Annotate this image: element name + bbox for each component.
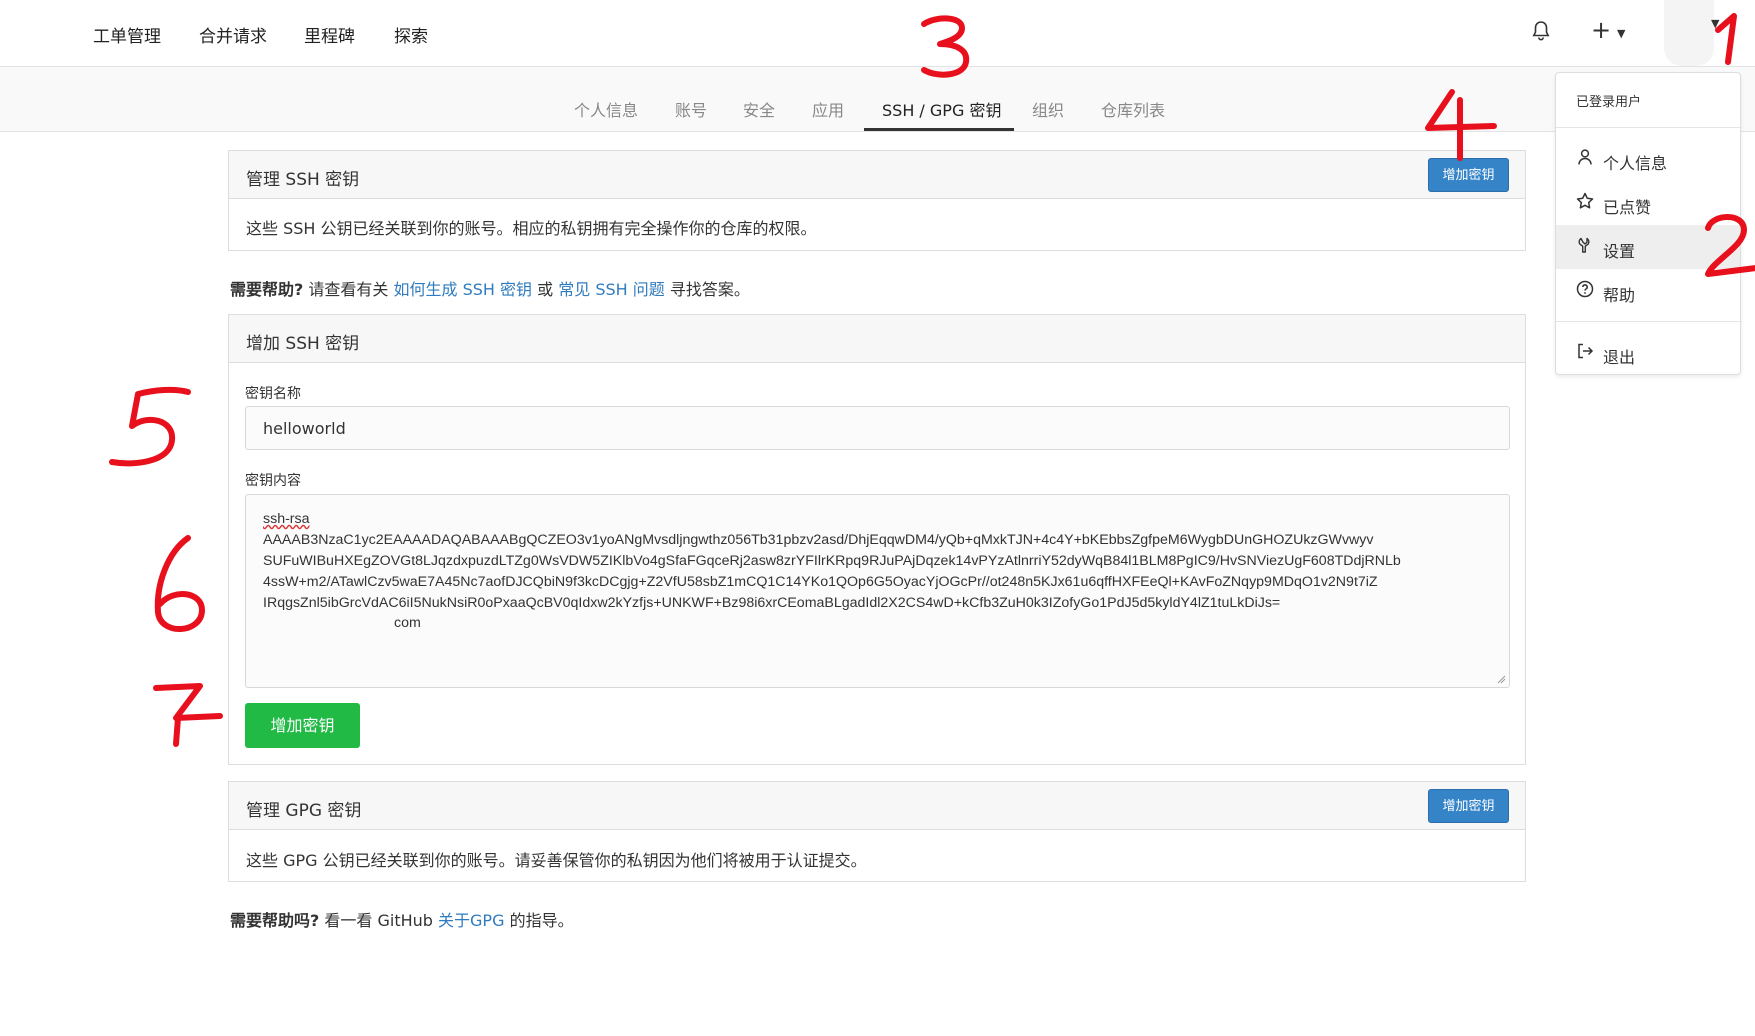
nav-explore[interactable]: 探索	[394, 22, 428, 47]
star-icon	[1576, 192, 1594, 209]
add-gpg-key-button[interactable]: 增加密钥	[1428, 789, 1509, 823]
tab-applications[interactable]: 应用	[812, 97, 844, 121]
user-dropdown-menu: 已登录用户 个人信息 已点赞 设置 帮助 退出	[1555, 72, 1742, 375]
tab-repositories[interactable]: 仓库列表	[1101, 97, 1165, 121]
active-tab-indicator	[864, 128, 1014, 131]
key-content-line-1: ssh-rsa	[263, 511, 310, 527]
gpg-keys-panel: 管理 GPG 密钥 增加密钥 这些 GPG 公钥已经关联到你的账号。请妥善保管你…	[228, 781, 1526, 882]
annotation-number-7	[153, 683, 223, 747]
gpg-keys-title: 管理 GPG 密钥	[246, 801, 362, 821]
key-content-textarea[interactable]: ssh-rsa AAAAB3NzaC1yc2EAAAADAQABAAABgQCZ…	[245, 494, 1510, 688]
menu-item-starred[interactable]: 已点赞	[1556, 181, 1740, 225]
menu-label-sign-out: 退出	[1603, 348, 1636, 367]
menu-item-settings[interactable]: 设置	[1556, 225, 1740, 269]
key-name-label: 密钥名称	[245, 386, 301, 402]
tab-profile[interactable]: 个人信息	[574, 97, 638, 121]
settings-tabs: 个人信息 账号 安全 应用 SSH / GPG 密钥 组织 仓库列表	[0, 67, 1755, 132]
menu-item-sign-out[interactable]: 退出	[1556, 331, 1740, 375]
menu-label-help: 帮助	[1603, 286, 1636, 305]
link-generate-ssh-key[interactable]: 如何生成 SSH 密钥	[394, 280, 533, 299]
resize-handle-icon[interactable]	[1496, 674, 1506, 684]
sign-out-icon	[1578, 343, 1594, 359]
key-content-line-2: AAAAB3NzaC1yc2EAAAADAQABAAABgQCZEO3v1yoA…	[263, 532, 1374, 548]
key-content-label: 密钥内容	[245, 473, 301, 489]
nav-issues[interactable]: 工单管理	[93, 22, 161, 47]
gpg-help-text2: 的指导。	[509, 911, 574, 930]
nav-milestones[interactable]: 里程碑	[304, 22, 355, 47]
link-common-ssh-problems[interactable]: 常见 SSH 问题	[558, 280, 665, 299]
key-content-line-6: com	[394, 615, 421, 631]
menu-item-help[interactable]: 帮助	[1556, 269, 1740, 313]
menu-item-profile[interactable]: 个人信息	[1556, 137, 1740, 181]
help-circle-icon	[1576, 280, 1594, 298]
add-ssh-key-title: 增加 SSH 密钥	[246, 334, 360, 354]
ssh-help-text3: 寻找答案。	[669, 280, 750, 299]
ssh-help-text1: 请查看有关	[308, 280, 389, 299]
key-content-line-3: SUFuWIBuHXEgZOVGt8LJqzdxpuzdLTZg0WsVDW5Z…	[263, 553, 1401, 569]
tab-account[interactable]: 账号	[675, 97, 707, 121]
add-ssh-key-button[interactable]: 增加密钥	[1428, 158, 1509, 192]
add-ssh-key-panel-header: 增加 SSH 密钥	[229, 315, 1525, 363]
link-about-gpg[interactable]: 关于GPG	[438, 911, 504, 930]
key-name-value: helloworld	[263, 419, 346, 438]
key-content-line-4: 4ssW+m2/ATawlCzv5waE7A45Nc7aofDJCQbiN9f3…	[263, 574, 1378, 590]
avatar-caret-down-icon[interactable]: ▼	[1711, 17, 1719, 30]
submit-ssh-key-button[interactable]: 增加密钥	[245, 703, 360, 748]
bell-icon[interactable]	[1529, 19, 1553, 43]
top-navbar: 工单管理 合并请求 里程碑 探索 + ▼ ▼	[0, 0, 1755, 67]
nav-pull-requests[interactable]: 合并请求	[199, 22, 267, 47]
dropdown-divider	[1556, 127, 1742, 128]
dropdown-divider	[1556, 321, 1742, 322]
ssh-keys-panel-header: 管理 SSH 密钥 增加密钥	[229, 151, 1525, 199]
tab-organizations[interactable]: 组织	[1032, 97, 1064, 121]
menu-label-starred: 已点赞	[1603, 198, 1652, 217]
key-content-line-5: IRqgsZnl5ibGrcVdAC6iI5NukNsiR0oPxaaQcBV0…	[263, 595, 1281, 611]
annotation-number-5	[109, 386, 191, 467]
ssh-keys-title: 管理 SSH 密钥	[246, 170, 360, 190]
ssh-keys-panel: 管理 SSH 密钥 增加密钥 这些 SSH 公钥已经关联到你的账号。相应的私钥拥…	[228, 150, 1526, 251]
gpg-keys-panel-header: 管理 GPG 密钥 增加密钥	[229, 782, 1525, 830]
menu-label-profile: 个人信息	[1603, 154, 1668, 173]
ssh-help-text: 需要帮助? 请查看有关 如何生成 SSH 密钥 或 常见 SSH 问题 寻找答案…	[230, 276, 750, 300]
tab-ssh-gpg-keys[interactable]: SSH / GPG 密钥	[882, 97, 1001, 121]
ssh-keys-description: 这些 SSH 公钥已经关联到你的账号。相应的私钥拥有完全操作你的仓库的权限。	[246, 219, 817, 238]
gpg-help-bold: 需要帮助吗?	[230, 911, 320, 930]
avatar[interactable]	[1664, 0, 1714, 66]
ssh-help-text2: 或	[537, 280, 554, 299]
gpg-help-text1: 看一看 GitHub	[324, 911, 433, 930]
dropdown-header: 已登录用户	[1576, 95, 1642, 110]
tab-security[interactable]: 安全	[743, 97, 775, 121]
gpg-help-text: 需要帮助吗? 看一看 GitHub 关于GPG 的指导。	[230, 907, 574, 931]
wrench-icon	[1578, 237, 1590, 253]
caret-down-icon[interactable]: ▼	[1617, 27, 1625, 40]
create-plus-icon[interactable]: +	[1591, 16, 1611, 44]
person-icon	[1578, 149, 1592, 165]
ssh-help-bold: 需要帮助?	[230, 280, 304, 299]
key-name-input[interactable]: helloworld	[245, 406, 1510, 450]
menu-label-settings: 设置	[1603, 242, 1636, 261]
gpg-keys-description: 这些 GPG 公钥已经关联到你的账号。请妥善保管你的私钥因为他们将被用于认证提交…	[246, 851, 867, 870]
annotation-number-6	[154, 535, 205, 632]
